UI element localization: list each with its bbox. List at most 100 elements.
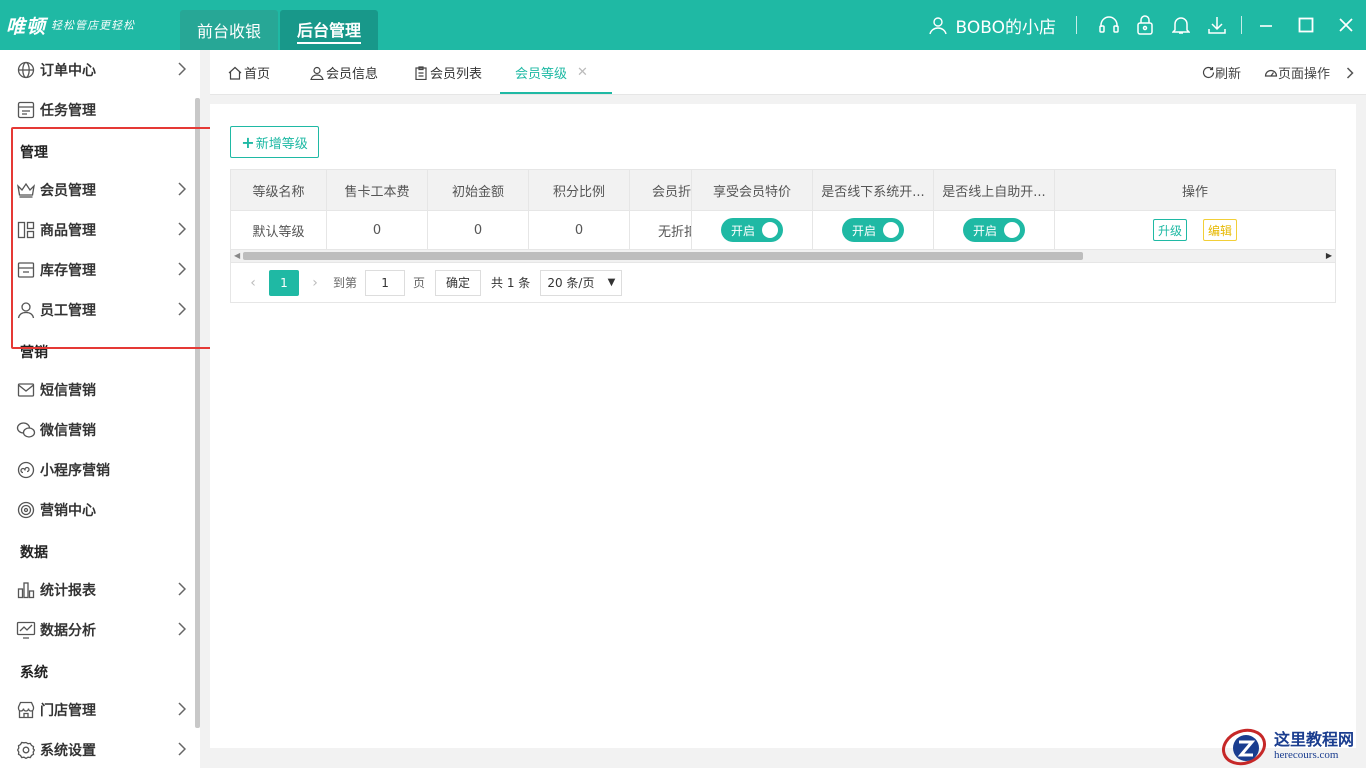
top-bar: 唯顿 轻松管店更轻松 前台收银 后台管理 BOBO的小店: [0, 0, 1366, 50]
column-header[interactable]: 售卡工本费: [327, 170, 428, 210]
top-tab-backend[interactable]: 后台管理: [280, 10, 379, 50]
user-icon: [310, 66, 324, 80]
store-account[interactable]: BOBO的小店: [928, 13, 1057, 38]
refresh-button[interactable]: 刷新: [1202, 50, 1241, 95]
table-header: 等级名称 售卡工本费 初始金额 积分比例 会员折 享受会员特价 是否线下系统开.…: [231, 170, 1335, 210]
prev-page-icon[interactable]: ‹: [241, 275, 265, 291]
sidebar-item-reports[interactable]: 统计报表: [0, 570, 196, 610]
close-icon[interactable]: ✕: [577, 65, 588, 80]
sidebar-item-mini-program[interactable]: 小程序营销: [0, 450, 196, 490]
column-header[interactable]: 会员折: [630, 170, 692, 210]
offline-open-toggle[interactable]: 开启: [842, 218, 904, 242]
sidebar-item-label: 任务管理: [40, 103, 96, 119]
download-icon[interactable]: [1199, 0, 1235, 50]
cell-online-open: 开启: [934, 210, 1055, 249]
online-open-toggle[interactable]: 开启: [963, 218, 1025, 242]
trend-icon: [16, 620, 36, 640]
page-size-select[interactable]: 20 条/页 ▼: [540, 269, 623, 296]
target-icon: [16, 500, 36, 520]
cell-discount: 无折扣: [630, 210, 692, 249]
next-page-icon[interactable]: ›: [303, 275, 327, 291]
tab-home[interactable]: 首页: [228, 50, 270, 95]
chevron-right-icon: [178, 622, 186, 636]
column-header[interactable]: 等级名称: [231, 170, 327, 210]
toggle-knob: [762, 222, 778, 238]
task-icon: [16, 100, 36, 120]
toggle-knob: [883, 222, 899, 238]
horizontal-scrollbar[interactable]: ◀ ▶: [231, 249, 1335, 262]
page-number-current[interactable]: 1: [269, 269, 299, 296]
chevron-right-icon[interactable]: [1346, 50, 1354, 95]
divider: [1076, 16, 1077, 34]
edit-button[interactable]: 编辑: [1203, 219, 1238, 241]
tab-member-level[interactable]: 会员等级 ✕: [500, 50, 612, 95]
column-header[interactable]: 是否线上自助开...: [934, 170, 1055, 210]
clipboard-icon: [415, 65, 427, 80]
page-ops-button[interactable]: 页面操作: [1264, 50, 1330, 95]
sidebar-item-tasks[interactable]: 任务管理: [0, 90, 196, 130]
cell-actions: 升级 编辑: [1055, 210, 1335, 249]
special-price-toggle[interactable]: 开启: [721, 218, 783, 242]
scrollbar-thumb[interactable]: [243, 252, 1083, 260]
section-title-system: 系统: [20, 665, 48, 681]
mini-program-icon: [16, 460, 36, 480]
sidebar-item-orders[interactable]: 订单中心: [0, 50, 196, 90]
bell-icon[interactable]: [1163, 0, 1199, 50]
home-icon: [228, 66, 242, 80]
close-icon[interactable]: [1326, 0, 1366, 50]
store-icon: [16, 700, 36, 720]
headset-icon[interactable]: [1091, 0, 1127, 50]
top-tab-cashier[interactable]: 前台收银: [180, 10, 279, 50]
top-nav: 前台收银 后台管理: [180, 0, 380, 50]
scroll-left-icon[interactable]: ◀: [234, 251, 240, 260]
column-header[interactable]: 操作: [1055, 170, 1335, 210]
column-header[interactable]: 积分比例: [529, 170, 630, 210]
goto-label: 到第: [333, 276, 358, 290]
lock-icon[interactable]: [1127, 0, 1163, 50]
sidebar-item-label: 门店管理: [40, 703, 96, 719]
scroll-right-icon[interactable]: ▶: [1326, 251, 1332, 260]
sidebar-item-label: 系统设置: [40, 743, 96, 759]
bar-chart-icon: [16, 580, 36, 600]
divider: [1241, 16, 1242, 34]
sidebar-item-settings[interactable]: 系统设置: [0, 730, 196, 768]
main-content: + 新增等级 等级名称 售卡工本费 初始金额 积分比例 会员折 享受会员特价 是否…: [210, 104, 1356, 748]
sidebar-item-stores[interactable]: 门店管理: [0, 690, 196, 730]
sidebar-item-wechat[interactable]: 微信营销: [0, 410, 196, 450]
column-header[interactable]: 初始金额: [428, 170, 529, 210]
watermark-logo-icon: [1222, 728, 1266, 766]
table-row: 默认等级 0 0 0 无折扣 开启 开启 开启 升级 编辑: [231, 210, 1335, 249]
goto-page-input[interactable]: 1: [365, 269, 406, 296]
chevron-right-icon: [178, 582, 186, 596]
watermark-url: herecours.com: [1274, 748, 1339, 761]
minimize-icon[interactable]: [1246, 0, 1286, 50]
tab-member-info[interactable]: 会员信息: [310, 50, 378, 95]
maximize-icon[interactable]: [1286, 0, 1326, 50]
cell-initial-amount: 0: [428, 210, 529, 249]
sidebar-item-label: 订单中心: [40, 63, 96, 79]
cell-points-ratio: 0: [529, 210, 630, 249]
store-name: BOBO的小店: [955, 17, 1057, 38]
total-count: 共 1 条: [491, 276, 531, 290]
sidebar-item-marketing-center[interactable]: 营销中心: [0, 490, 196, 530]
cell-level-name: 默认等级: [231, 210, 327, 249]
sidebar-item-sms[interactable]: 短信营销: [0, 370, 196, 410]
cell-card-fee: 0: [327, 210, 428, 249]
chevron-right-icon: [178, 702, 186, 716]
sidebar-item-label: 营销中心: [40, 503, 96, 519]
add-level-button[interactable]: + 新增等级: [230, 126, 319, 158]
column-header[interactable]: 享受会员特价: [692, 170, 813, 210]
tab-member-list[interactable]: 会员列表: [414, 50, 482, 95]
upgrade-button[interactable]: 升级: [1152, 219, 1187, 241]
gear-icon: [16, 740, 36, 760]
cell-offline-open: 开启: [813, 210, 934, 249]
user-icon: [928, 17, 947, 35]
column-header[interactable]: 是否线下系统开...: [813, 170, 934, 210]
globe-icon: [16, 60, 36, 80]
watermark-title: 这里教程网: [1274, 729, 1355, 749]
app-logo: 唯顿 轻松管店更轻松: [0, 0, 180, 50]
chevron-right-icon: [178, 62, 186, 76]
sidebar-item-analysis[interactable]: 数据分析: [0, 610, 196, 650]
logo-main: 唯顿: [6, 15, 47, 38]
goto-confirm-button[interactable]: 确定: [435, 269, 482, 296]
